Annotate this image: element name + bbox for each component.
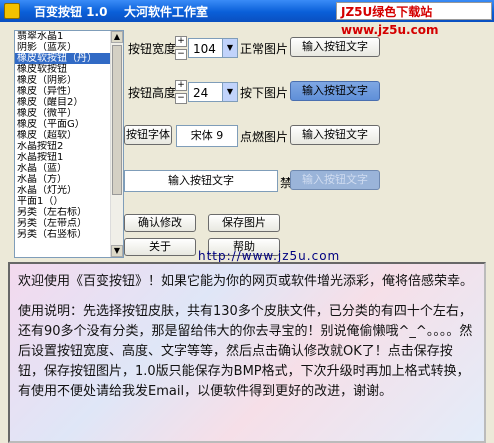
list-item[interactable]: 另类（左右标） [15,207,123,218]
spin-down-icon[interactable]: − [175,93,187,104]
scroll-down-icon[interactable]: ▼ [111,245,123,257]
list-item[interactable]: 水晶（蓝） [15,163,123,174]
list-item[interactable]: 水晶按钮2 [15,141,123,152]
width-label: 按钮宽度 [128,42,177,56]
height-label: 按钮高度 [128,86,177,100]
list-item[interactable]: 水晶按钮1 [15,152,123,163]
list-item[interactable]: 水晶（方） [15,174,123,185]
hover-text-button[interactable]: 输入按钮文字 [290,125,380,145]
spin-down-icon[interactable]: − [175,49,187,60]
list-item[interactable]: 橡皮（微平） [15,108,123,119]
about-button[interactable]: 关于 [124,238,196,256]
website-link[interactable]: http://www.jz5u.com [198,249,340,263]
list-item[interactable]: 橡皮软按钮（丹） [15,53,123,64]
hover-pic-label: 点燃图片 [240,130,289,144]
scroll-up-icon[interactable]: ▲ [111,31,123,43]
scroll-thumb[interactable] [112,45,122,195]
description-textarea[interactable]: 欢迎使用《百变按钮》！如果它能为你的网页或软件增光添彩，俺将倍感荣幸。 使用说明… [8,262,486,443]
height-input[interactable]: 24 [188,82,224,102]
list-item[interactable]: 橡皮（超软） [15,130,123,141]
list-scrollbar[interactable]: ▲ ▼ [110,31,123,257]
font-button[interactable]: 按钮字体 [124,125,172,145]
save-button[interactable]: 保存图片 [208,214,280,232]
list-item[interactable]: 阴影（蓝灰） [15,42,123,53]
list-item[interactable]: 橡皮（平面G） [15,119,123,130]
spin-up-icon[interactable]: + [175,36,187,47]
width-spinner[interactable]: + − [175,36,187,60]
skin-listbox[interactable]: 翡翠水晶1 阴影（蓝灰） 橡皮软按钮（丹） 橡皮软按钮 橡皮（阴影） 橡皮（异性） 橡皮（醒… [14,30,124,258]
list-item[interactable]: 翡翠水晶1 [15,31,123,42]
list-item[interactable]: 橡皮（异性） [15,86,123,97]
list-item[interactable]: 另类（右竖标） [15,229,123,240]
chevron-down-icon[interactable]: ▼ [222,38,238,58]
title-bar: 百变按钮 1.0 大河软件工作室 JZ5U绿色下载站 www.jz5u.com [0,0,494,37]
app-name: 百变按钮 1.0 [34,5,108,19]
watermark: JZ5U绿色下载站 www.jz5u.com [336,2,492,37]
list-item[interactable]: 平面1（） [15,196,123,207]
text-preview: 输入按钮文字 [124,170,278,192]
list-item[interactable]: 橡皮（阴影） [15,75,123,86]
list-item[interactable]: 水晶（灯光） [15,185,123,196]
font-value: 宋体 9 [176,125,238,147]
pressed-text-button[interactable]: 输入按钮文字 [290,81,380,101]
pressed-pic-label: 按下图片 [240,86,289,100]
list-item[interactable]: 橡皮（醒目2） [15,97,123,108]
watermark-prefix: JZ5U [341,5,373,19]
height-spinner[interactable]: + − [175,80,187,104]
width-input[interactable]: 104 [188,38,224,58]
spin-up-icon[interactable]: + [175,80,187,91]
list-item[interactable]: 橡皮软按钮 [15,64,123,75]
app-icon [4,3,20,19]
studio-name: 大河软件工作室 [124,5,209,19]
list-item[interactable]: 另类（左带点） [15,218,123,229]
description-usage: 使用说明：先选择按钮皮肤，共有130多个皮肤文件，已分类的有四十个左右，还有90… [18,304,473,399]
normal-pic-label: 正常图片 [240,42,289,56]
description-intro: 欢迎使用《百变按钮》！如果它能为你的网页或软件增光添彩，俺将倍感荣幸。 [18,274,474,289]
normal-text-button[interactable]: 输入按钮文字 [290,37,380,57]
disabled-text-button: 输入按钮文字 [290,170,380,190]
chevron-down-icon[interactable]: ▼ [222,82,238,102]
confirm-button[interactable]: 确认修改 [124,214,196,232]
